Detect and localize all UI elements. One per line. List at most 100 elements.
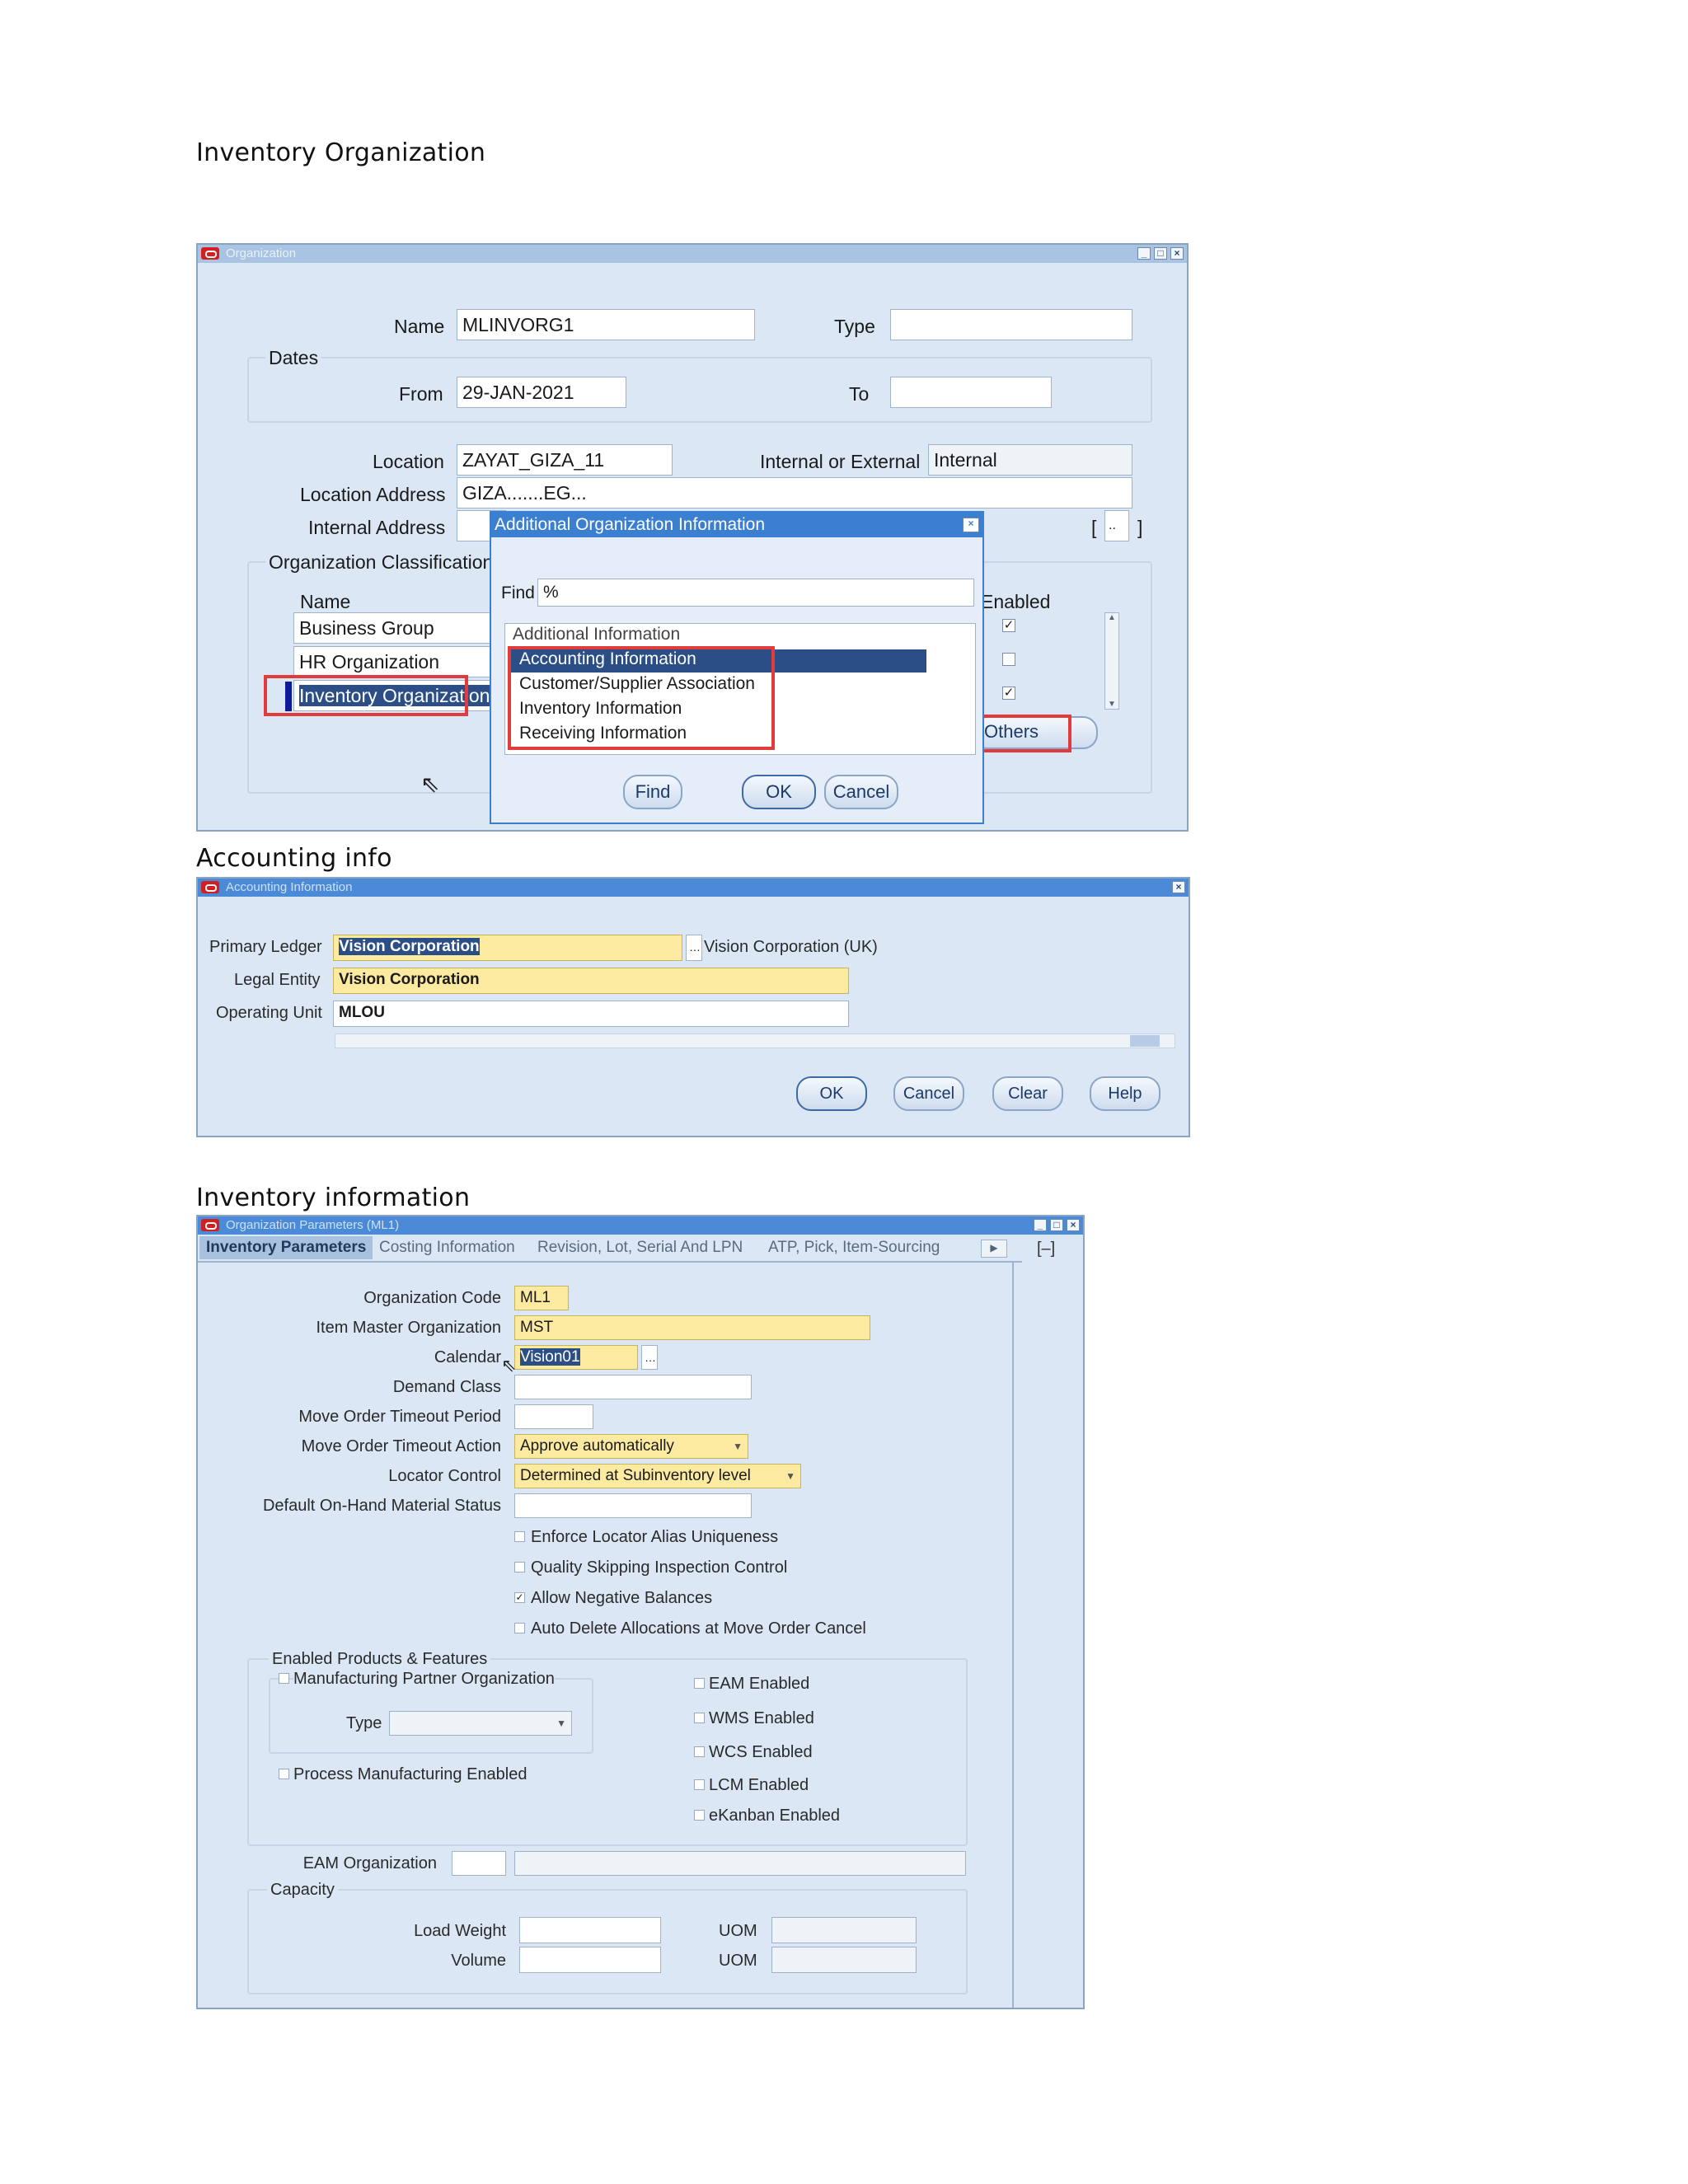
scroll-thumb[interactable]: [1130, 1035, 1160, 1047]
scroll-up-icon[interactable]: ▲: [1105, 613, 1118, 622]
wms-enabled-checkbox[interactable]: [694, 1713, 705, 1723]
cancel-button[interactable]: Cancel: [824, 775, 898, 809]
help-button[interactable]: Help: [1090, 1076, 1160, 1111]
capacity-label: Capacity: [267, 1881, 338, 1900]
mouse-cursor-icon: ⇖: [501, 1355, 517, 1376]
legal-entity-field[interactable]: Vision Corporation: [333, 968, 849, 994]
quality-skipping-checkbox[interactable]: [514, 1562, 525, 1572]
operating-unit-label: Operating Unit: [216, 1004, 322, 1022]
load-weight-field[interactable]: [519, 1917, 661, 1943]
uom-label: UOM: [719, 1952, 757, 1970]
org-code-field[interactable]: ML1: [514, 1286, 569, 1310]
wcs-enabled-checkbox[interactable]: [694, 1746, 705, 1757]
maximize-icon[interactable]: □: [1050, 1219, 1063, 1231]
to-date-field[interactable]: [890, 377, 1052, 408]
chevron-down-icon[interactable]: ▼: [785, 1465, 795, 1488]
calendar-field[interactable]: Vision01: [514, 1345, 638, 1370]
type-select[interactable]: ▼: [389, 1711, 572, 1736]
ekanban-enabled-checkbox[interactable]: [694, 1810, 705, 1821]
maximize-icon[interactable]: □: [1154, 247, 1167, 260]
eam-org-field[interactable]: [452, 1851, 506, 1876]
org-params-titlebar: Organization Parameters (ML1) _ □ ×: [198, 1216, 1083, 1235]
from-date-field[interactable]: 29-JAN-2021: [457, 377, 626, 408]
location-field[interactable]: ZAYAT_GIZA_11: [457, 444, 673, 476]
allow-negative-label: Allow Negative Balances: [531, 1589, 713, 1607]
classifications-scrollbar[interactable]: ▲ ▼: [1104, 612, 1119, 710]
find-label: Find: [501, 583, 535, 602]
volume-uom-field[interactable]: [771, 1947, 917, 1973]
tab-inventory-parameters[interactable]: Inventory Parameters: [199, 1236, 373, 1259]
organization-titlebar: Organization _ □ ×: [198, 245, 1187, 263]
name-field[interactable]: MLINVORG1: [457, 309, 755, 340]
dff-bracket-icon[interactable]: [–]: [1037, 1240, 1055, 1258]
tab-scroll-right-icon[interactable]: ▶: [981, 1240, 1007, 1258]
move-order-action-value: Approve automatically: [520, 1437, 674, 1455]
find-button[interactable]: Find: [623, 775, 682, 809]
org-code-label: Organization Code: [363, 1289, 501, 1307]
item-master-field[interactable]: MST: [514, 1315, 870, 1340]
tab-costing-information[interactable]: Costing Information: [373, 1236, 522, 1259]
volume-field[interactable]: [519, 1947, 661, 1973]
minimize-icon[interactable]: _: [1034, 1219, 1047, 1231]
lcm-enabled-checkbox[interactable]: [694, 1779, 705, 1790]
operating-unit-field[interactable]: MLOU: [333, 1001, 849, 1027]
location-address-field[interactable]: GIZA.......EG...: [457, 477, 1132, 509]
eam-org-desc-field[interactable]: [514, 1851, 966, 1876]
cancel-button[interactable]: Cancel: [893, 1076, 964, 1111]
minimize-icon[interactable]: _: [1137, 247, 1151, 260]
type-field[interactable]: [890, 309, 1132, 340]
primary-ledger-desc: Vision Corporation (UK): [704, 938, 878, 956]
scroll-down-icon[interactable]: ▼: [1105, 700, 1118, 709]
clear-button[interactable]: Clear: [992, 1076, 1063, 1111]
move-order-period-field[interactable]: [514, 1404, 593, 1429]
enabled-checkbox[interactable]: ✓: [1002, 687, 1015, 700]
allow-negative-checkbox[interactable]: ✓: [514, 1592, 525, 1603]
close-icon[interactable]: ×: [1172, 881, 1185, 893]
enabled-checkbox[interactable]: [1002, 653, 1015, 666]
close-icon[interactable]: ×: [1170, 247, 1184, 260]
from-label: From: [399, 383, 443, 405]
enforce-locator-checkbox[interactable]: [514, 1531, 525, 1542]
move-order-action-select[interactable]: Approve automatically ▼: [514, 1434, 748, 1459]
load-weight-label: Load Weight: [414, 1922, 506, 1940]
chevron-down-icon[interactable]: ▼: [556, 1712, 566, 1735]
horizontal-scrollbar[interactable]: [335, 1033, 1175, 1048]
dff-button[interactable]: ..: [1104, 510, 1129, 541]
close-icon[interactable]: ×: [963, 518, 979, 532]
demand-class-field[interactable]: [514, 1375, 752, 1399]
tab-revision-lot-serial[interactable]: Revision, Lot, Serial And LPN: [531, 1236, 749, 1259]
tab-strip: Inventory Parameters Costing Information…: [198, 1236, 1022, 1263]
close-icon[interactable]: ×: [1067, 1219, 1080, 1231]
volume-label: Volume: [451, 1952, 506, 1970]
class-row-name[interactable]: Business Group: [293, 612, 496, 644]
eam-org-label: EAM Organization: [302, 1854, 437, 1872]
internal-external-label: Internal or External: [760, 451, 921, 472]
process-mfg-checkbox[interactable]: [279, 1769, 289, 1779]
auto-delete-checkbox[interactable]: [514, 1623, 525, 1633]
default-status-field[interactable]: [514, 1493, 752, 1518]
find-field[interactable]: %: [537, 579, 974, 607]
calendar-label: Calendar: [434, 1348, 501, 1366]
eam-enabled-checkbox[interactable]: [694, 1678, 705, 1689]
enabled-checkbox[interactable]: ✓: [1002, 619, 1015, 632]
tab-atp-pick[interactable]: ATP, Pick, Item-Sourcing: [762, 1236, 946, 1259]
dialog-titlebar: Additional Organization Information ×: [491, 513, 982, 537]
class-row-name[interactable]: HR Organization: [293, 646, 496, 677]
wms-enabled-label: WMS Enabled: [709, 1709, 814, 1727]
window-title: Organization: [226, 246, 297, 260]
move-order-period-label: Move Order Timeout Period: [298, 1408, 501, 1426]
heading-inventory-information: Inventory information: [196, 1183, 471, 1212]
eam-enabled-label: EAM Enabled: [709, 1675, 810, 1693]
lov-button[interactable]: …: [641, 1345, 658, 1370]
ok-button[interactable]: OK: [742, 775, 816, 809]
calendar-value: Vision01: [520, 1348, 580, 1366]
mfg-partner-label: Manufacturing Partner Organization: [293, 1670, 555, 1689]
internal-external-field[interactable]: Internal: [928, 444, 1132, 476]
ok-button[interactable]: OK: [796, 1076, 867, 1111]
locator-control-select[interactable]: Determined at Subinventory level ▼: [514, 1464, 801, 1488]
lov-button[interactable]: …: [686, 935, 702, 961]
primary-ledger-field[interactable]: Vision Corporation: [333, 935, 682, 961]
mfg-partner-checkbox[interactable]: [279, 1673, 289, 1684]
weight-uom-field[interactable]: [771, 1917, 917, 1943]
chevron-down-icon[interactable]: ▼: [733, 1435, 743, 1458]
